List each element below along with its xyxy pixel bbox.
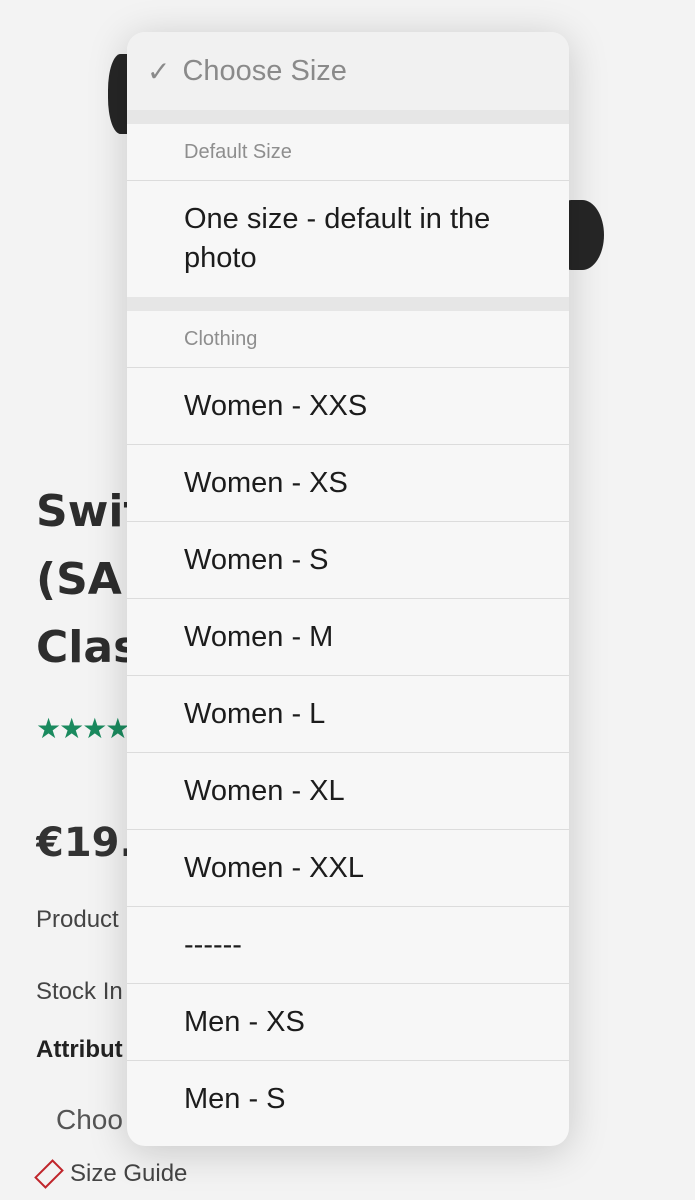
group-label-clothing: Clothing [127,311,569,368]
option-men-xs[interactable]: Men - XS [127,984,569,1061]
option-men-s[interactable]: Men - S [127,1061,569,1138]
group-separator [127,297,569,311]
ruler-icon [34,1159,64,1189]
option-women-xs[interactable]: Women - XS [127,445,569,522]
group-separator [127,110,569,124]
stock-label: Stock In [36,978,123,1005]
option-divider[interactable]: ------ [127,907,569,984]
option-women-l[interactable]: Women - L [127,676,569,753]
option-one-size[interactable]: One size - default in the photo [127,181,569,297]
product-code-label: Product [36,906,119,933]
attributes-label: Attribut [36,1036,123,1063]
size-guide-label: Size Guide [70,1160,188,1187]
picker-selected-label: Choose Size [182,54,347,87]
option-women-xxl[interactable]: Women - XXL [127,830,569,907]
option-women-xl[interactable]: Women - XL [127,753,569,830]
rating-stars: ★★★★ [36,713,130,744]
size-select[interactable]: Choo [56,1104,123,1136]
group-label-default-size: Default Size [127,124,569,181]
size-guide-link[interactable]: Size Guide [34,1159,188,1189]
option-women-xxs[interactable]: Women - XXS [127,368,569,445]
option-women-m[interactable]: Women - M [127,599,569,676]
size-picker-dropdown[interactable]: ✓ Choose Size Default Size One size - de… [127,32,569,1146]
checkmark-icon: ✓ [147,55,171,87]
option-women-s[interactable]: Women - S [127,522,569,599]
picker-selected-option[interactable]: ✓ Choose Size [127,32,569,110]
